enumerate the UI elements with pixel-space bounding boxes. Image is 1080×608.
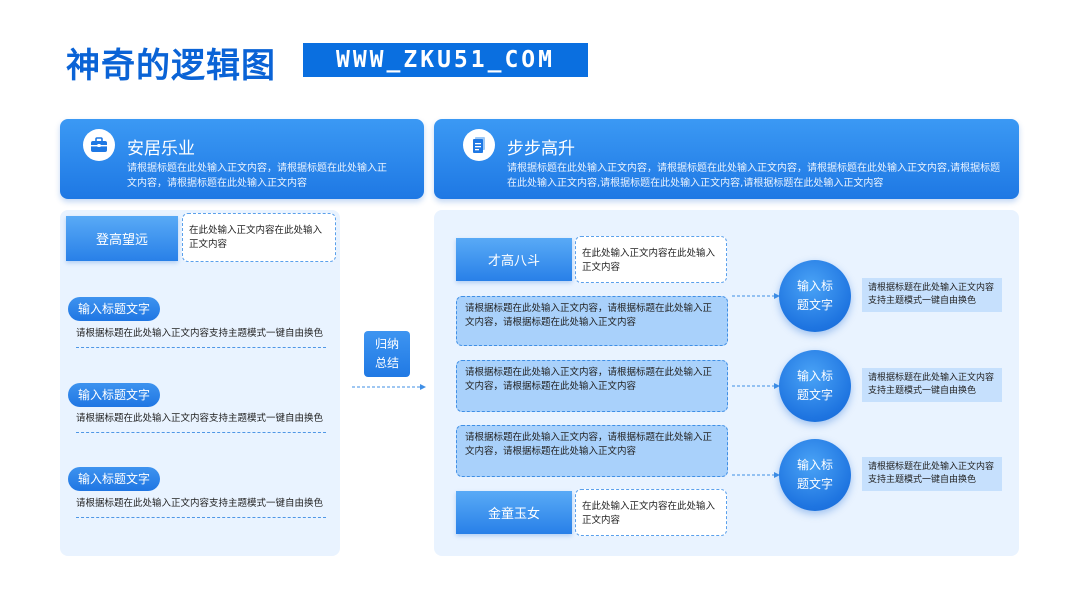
divider (76, 517, 326, 518)
circle-line-1: 输入标 (796, 279, 833, 293)
circle-line-1: 输入标 (796, 369, 833, 383)
right-panel-header: 步步高升 请根据标题在此处输入正文内容，请根据标题在此处输入正文内容，请根据标题… (434, 119, 1019, 199)
left-item-desc: 请根据标题在此处输入正文内容支持主题模式一键自由换色 (76, 413, 324, 424)
circle-line-2: 题文字 (796, 298, 833, 312)
connector-arrow (732, 472, 780, 478)
document-icon (463, 129, 495, 161)
circle-side-text: 请根据标题在此处输入正文内容支持主题模式一键自由换色 (862, 368, 1002, 402)
top-tag-button[interactable]: 才高八斗 (456, 238, 572, 281)
left-item-pill[interactable]: 输入标题文字 (68, 297, 161, 321)
bottom-tag-button[interactable]: 金童玉女 (456, 491, 572, 534)
circle-line-2: 题文字 (796, 388, 833, 402)
circle-side-text: 请根据标题在此处输入正文内容支持主题模式一键自由换色 (862, 278, 1002, 312)
left-item-desc: 请根据标题在此处输入正文内容支持主题模式一键自由换色 (76, 498, 324, 509)
circle-node[interactable]: 输入标 题文字 (779, 350, 851, 422)
right-panel-body: 才高八斗 在此处输入正文内容在此处输入正文内容 请根据标题在此处输入正文内容，请… (434, 210, 1019, 556)
circle-line-2: 题文字 (796, 477, 833, 491)
url-banner: WWW_ZKU51_COM (303, 43, 588, 77)
left-item-desc: 请根据标题在此处输入正文内容支持主题模式一键自由换色 (76, 328, 324, 339)
left-panel-body: 登高望远 在此处输入正文内容在此处输入正文内容 输入标题文字 请根据标题在此处输… (60, 210, 340, 556)
briefcase-icon (83, 129, 115, 161)
left-item-pill[interactable]: 输入标题文字 (68, 467, 161, 491)
divider (76, 347, 326, 348)
bottom-tag-text: 在此处输入正文内容在此处输入正文内容 (575, 489, 727, 536)
circle-node[interactable]: 输入标 题文字 (779, 260, 851, 332)
circle-side-text: 请根据标题在此处输入正文内容支持主题模式一键自由换色 (862, 457, 1002, 491)
summary-box[interactable]: 归纳 总结 (364, 331, 410, 377)
page-title: 神奇的逻辑图 (66, 46, 276, 86)
content-box: 请根据标题在此处输入正文内容，请根据标题在此处输入正文内容，请根据标题在此处输入… (456, 296, 728, 346)
circle-node[interactable]: 输入标 题文字 (779, 439, 851, 511)
left-item-pill[interactable]: 输入标题文字 (68, 383, 161, 407)
left-panel-description: 请根据标题在此处输入正文内容，请根据标题在此处输入正文内容，请根据标题在此处输入… (127, 163, 387, 189)
content-box: 请根据标题在此处输入正文内容，请根据标题在此处输入正文内容，请根据标题在此处输入… (456, 360, 728, 412)
left-tag-button[interactable]: 登高望远 (66, 216, 178, 261)
right-panel-title: 步步高升 (507, 139, 575, 159)
top-tag-text: 在此处输入正文内容在此处输入正文内容 (575, 236, 727, 283)
summary-line-1: 归纳 (374, 337, 399, 351)
summary-arrow (352, 384, 426, 390)
left-tag-text: 在此处输入正文内容在此处输入正文内容 (182, 213, 336, 262)
divider (76, 432, 326, 433)
content-box: 请根据标题在此处输入正文内容，请根据标题在此处输入正文内容，请根据标题在此处输入… (456, 425, 728, 477)
summary-line-2: 总结 (374, 356, 399, 370)
left-panel-header: 安居乐业 请根据标题在此处输入正文内容，请根据标题在此处输入正文内容，请根据标题… (60, 119, 424, 199)
right-panel-description: 请根据标题在此处输入正文内容，请根据标题在此处输入正文内容，请根据标题在此处输入… (507, 163, 1001, 189)
connector-arrow (732, 383, 780, 389)
circle-line-1: 输入标 (796, 458, 833, 472)
left-panel-title: 安居乐业 (127, 139, 195, 159)
connector-arrow (732, 293, 780, 299)
